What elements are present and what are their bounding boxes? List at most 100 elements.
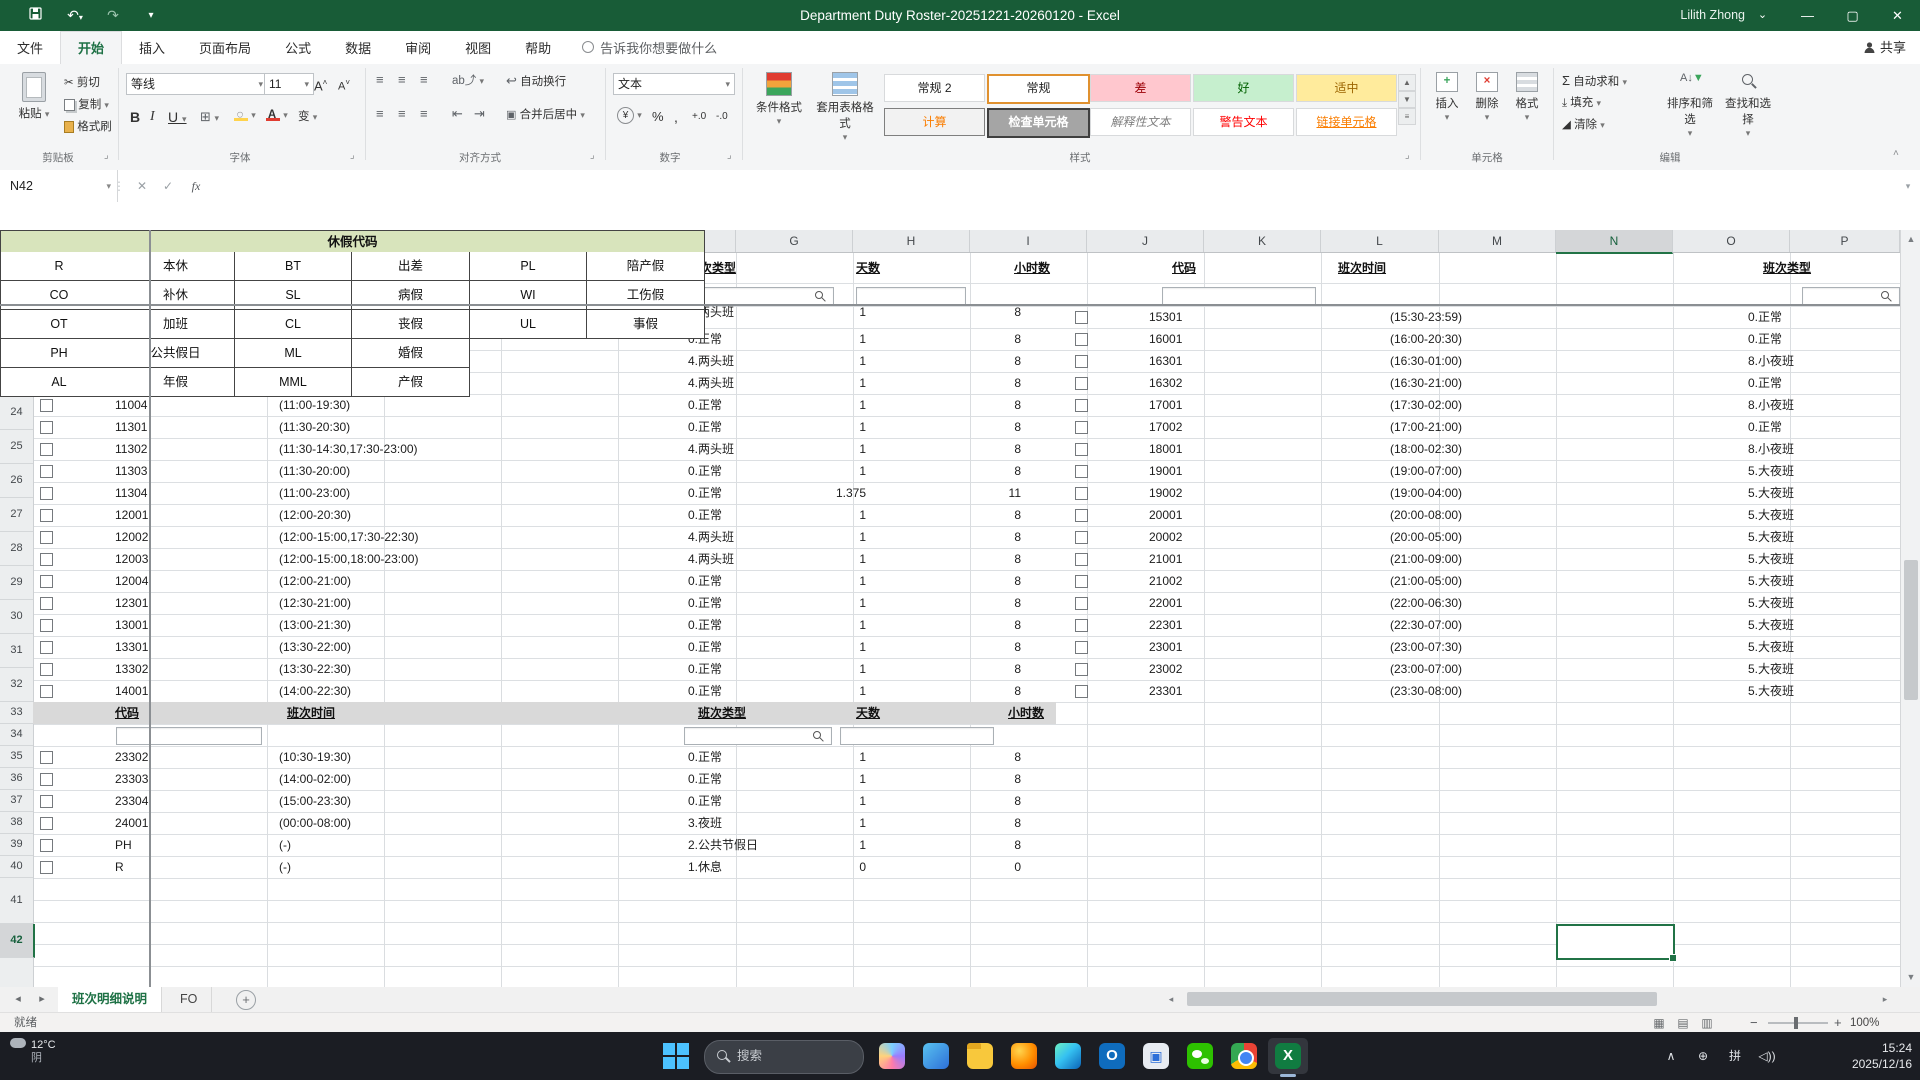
cell-shift-time[interactable]: (-) bbox=[279, 834, 291, 856]
cell-shift-code[interactable]: R bbox=[115, 856, 124, 878]
cell-shift-time[interactable]: (21:00-09:00) bbox=[1390, 548, 1462, 570]
cell-shift-type[interactable]: 5.大夜班 bbox=[1748, 460, 1794, 482]
row-checkbox[interactable] bbox=[1075, 465, 1088, 478]
cell-shift-type[interactable]: 4.两头班 bbox=[688, 350, 734, 372]
font-size-combo[interactable]: 11▾ bbox=[264, 73, 314, 95]
wrap-text-button[interactable]: ↩ 自动换行 bbox=[506, 72, 566, 91]
cell-shift-type[interactable]: 8.小夜班 bbox=[1748, 394, 1794, 416]
cell-hours[interactable]: 8 bbox=[961, 812, 1021, 834]
ribbon-display-options-button[interactable]: ⌄ bbox=[1740, 0, 1785, 31]
row-header-36[interactable]: 36 bbox=[0, 768, 33, 790]
cell-hours[interactable]: 8 bbox=[961, 372, 1021, 394]
leave-code-cell[interactable]: PH bbox=[0, 339, 118, 368]
cell-shift-code[interactable]: 24001 bbox=[115, 812, 148, 834]
row-checkbox[interactable] bbox=[1075, 333, 1088, 346]
cell-shift-time[interactable]: (19:00-07:00) bbox=[1390, 460, 1462, 482]
start-button[interactable] bbox=[662, 1042, 690, 1070]
cell-shift-code[interactable]: 18001 bbox=[1149, 438, 1182, 460]
cell-shift-type[interactable]: 8.小夜班 bbox=[1748, 438, 1794, 460]
format-cells-button[interactable]: 格式▾ bbox=[1508, 72, 1546, 123]
cell-shift-code[interactable]: 14001 bbox=[115, 680, 148, 702]
cell-hours[interactable]: 8 bbox=[961, 570, 1021, 592]
row-checkbox[interactable] bbox=[40, 641, 53, 654]
leave-label-cell[interactable]: 丧假 bbox=[352, 310, 470, 339]
row-header-33[interactable]: 33 bbox=[0, 702, 33, 724]
cell-hours[interactable]: 0 bbox=[961, 856, 1021, 878]
cell-shift-time[interactable]: (12:00-20:30) bbox=[279, 504, 351, 526]
row-checkbox[interactable] bbox=[40, 839, 53, 852]
font-name-combo[interactable]: 等线▾ bbox=[126, 73, 268, 95]
cell-shift-time[interactable]: (14:00-02:00) bbox=[279, 768, 351, 790]
cell-shift-type[interactable]: 8.小夜班 bbox=[1748, 350, 1794, 372]
leave-code-cell[interactable]: R bbox=[0, 252, 118, 281]
cell-shift-type[interactable]: 2.公共节假日 bbox=[688, 834, 758, 856]
row-header-37[interactable]: 37 bbox=[0, 790, 33, 812]
chrome-icon[interactable] bbox=[1224, 1038, 1264, 1074]
cell-days[interactable]: 1 bbox=[806, 548, 866, 570]
header2-hours[interactable]: 小时数 bbox=[1008, 702, 1044, 724]
cell-shift-code[interactable]: 12001 bbox=[115, 504, 148, 526]
row-header-28[interactable]: 28 bbox=[0, 532, 33, 566]
font-dialog-launcher[interactable]: ⌟ bbox=[350, 150, 355, 161]
cell-style-常规[interactable]: 常规 bbox=[987, 74, 1090, 104]
column-header-L[interactable]: L bbox=[1321, 230, 1439, 252]
zoom-out-button[interactable]: − bbox=[1750, 1013, 1758, 1033]
row-checkbox[interactable] bbox=[40, 531, 53, 544]
column-header-K[interactable]: K bbox=[1204, 230, 1321, 252]
name-box[interactable]: N42▾ bbox=[0, 170, 118, 202]
cell-shift-code[interactable]: 11303 bbox=[115, 460, 147, 482]
cell-shift-code[interactable]: PH bbox=[115, 834, 132, 856]
new-sheet-button[interactable]: + bbox=[236, 990, 256, 1010]
cell-shift-code[interactable]: 23302 bbox=[115, 746, 148, 768]
increase-font-button[interactable]: A˄ bbox=[314, 74, 327, 95]
cell-days[interactable]: 1 bbox=[806, 658, 866, 680]
cell-shift-type[interactable]: 5.大夜班 bbox=[1748, 636, 1794, 658]
autosum-button[interactable]: Σ 自动求和 ▾ bbox=[1562, 72, 1627, 91]
row-header-40[interactable]: 40 bbox=[0, 856, 33, 878]
merge-center-button[interactable]: ▣ 合并后居中 ▾ bbox=[506, 106, 585, 124]
insert-cells-button[interactable]: + 插入▾ bbox=[1428, 72, 1466, 123]
row-checkbox[interactable] bbox=[1075, 355, 1088, 368]
cell-hours[interactable]: 8 bbox=[961, 548, 1021, 570]
leave-code-cell[interactable]: UL bbox=[470, 310, 587, 339]
row-checkbox[interactable] bbox=[40, 817, 53, 830]
filter-search-box[interactable] bbox=[1802, 287, 1900, 305]
cell-shift-type[interactable]: 0.正常 bbox=[688, 768, 722, 790]
cell-shift-time[interactable]: (12:00-15:00,18:00-23:00) bbox=[279, 548, 418, 570]
paste-button[interactable]: 粘贴 ▾ bbox=[8, 72, 60, 121]
cell-style-常规 2[interactable]: 常规 2 bbox=[884, 74, 985, 102]
format-painter-button[interactable]: 格式刷 bbox=[64, 118, 112, 136]
ribbon-tab-数据[interactable]: 数据 bbox=[328, 32, 388, 65]
cell-shift-code[interactable]: 12301 bbox=[115, 592, 148, 614]
cell-shift-code[interactable]: 13001 bbox=[115, 614, 148, 636]
leave-label-cell[interactable]: 加班 bbox=[117, 310, 235, 339]
cell-shift-time[interactable]: (12:00-15:00,17:30-22:30) bbox=[279, 526, 418, 548]
cell-shift-type[interactable]: 0.正常 bbox=[688, 482, 722, 504]
zoom-slider-track[interactable] bbox=[1768, 1022, 1828, 1024]
leave-label-cell[interactable]: 公共假日 bbox=[117, 339, 235, 368]
cell-shift-time[interactable]: (22:00-06:30) bbox=[1390, 592, 1462, 614]
find-select-button[interactable]: 查找和选择▾ bbox=[1720, 72, 1776, 139]
cell-shift-code[interactable]: 23001 bbox=[1149, 636, 1182, 658]
row-checkbox[interactable] bbox=[1075, 685, 1088, 698]
row-checkbox[interactable] bbox=[40, 619, 53, 632]
zoom-in-button[interactable]: + bbox=[1834, 1013, 1842, 1033]
row-header-42[interactable]: 42 bbox=[0, 924, 35, 958]
header-type-right[interactable]: 班次类型 bbox=[1763, 252, 1811, 284]
filter-search-box[interactable] bbox=[1162, 287, 1316, 305]
tell-me-box[interactable]: 告诉我你想要做什么 bbox=[568, 32, 731, 65]
cell-shift-code[interactable]: 19001 bbox=[1149, 460, 1182, 482]
scroll-left-arrow[interactable]: ◂ bbox=[1163, 990, 1179, 1009]
align-left-icon[interactable]: ≡ bbox=[376, 106, 384, 121]
cell-hours[interactable]: 8 bbox=[961, 746, 1021, 768]
number-dialog-launcher[interactable]: ⌟ bbox=[727, 150, 732, 161]
cell-shift-type[interactable]: 4.两头班 bbox=[688, 548, 734, 570]
account-name[interactable]: Lilith Zhong bbox=[1680, 0, 1745, 31]
cell-days[interactable]: 1 bbox=[806, 636, 866, 658]
cell-shift-code[interactable]: 12003 bbox=[115, 548, 148, 570]
cell-hours[interactable]: 11 bbox=[961, 482, 1021, 504]
leave-label-cell[interactable]: 婚假 bbox=[352, 339, 470, 368]
cell-days[interactable]: 1 bbox=[806, 504, 866, 526]
leave-code-cell[interactable]: MML bbox=[235, 368, 352, 397]
cell-shift-time[interactable]: (10:30-19:30) bbox=[279, 746, 351, 768]
